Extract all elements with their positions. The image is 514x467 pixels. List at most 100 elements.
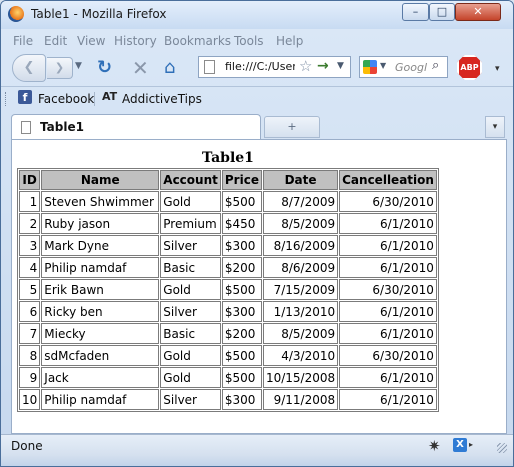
cell-cancellation: 6/1/2010 [339,323,437,344]
bookmark-facebook[interactable]: Facebook [38,90,94,108]
cell-cancellation: 6/30/2010 [339,279,437,300]
firefox-window: Table1 - Mozilla Firefox – □ ✕ File Edit… [0,0,514,467]
tab-table1[interactable]: Table1 [11,114,261,140]
cell-id: 8 [19,345,41,366]
firefox-logo-icon [8,6,24,22]
tab-strip: Table1 + ▾ [1,111,513,140]
table-row: 9 Jack Gold $500 10/15/2008 6/1/2010 [19,367,437,388]
table-row: 8 sdMcfaden Gold $500 4/3/2010 6/30/2010 [19,345,437,366]
cell-name: Ruby jason [41,213,160,234]
cell-account: Basic [160,257,221,278]
all-tabs-button[interactable]: ▾ [485,116,505,138]
extension-dropdown-icon[interactable]: ▸ [469,440,473,449]
table-row: 3 Mark Dyne Silver $300 8/16/2009 6/1/2010 [19,235,437,256]
adblock-plus-icon[interactable]: ABP [457,55,482,80]
header-name: Name [41,170,160,190]
new-tab-button[interactable]: + [264,116,320,138]
extension-icon[interactable]: X [453,438,467,452]
header-cancellation: Cancelleation [339,170,437,190]
menu-bar: File Edit View History Bookmarks Tools H… [1,31,513,51]
header-price: Price [221,170,262,190]
cell-cancellation: 6/1/2010 [339,301,437,322]
cell-account: Gold [160,279,221,300]
cell-date: 1/13/2010 [262,301,339,322]
url-input[interactable]: file:///C:/Users/ [225,60,295,73]
cell-id: 6 [19,301,41,322]
bookmark-star-icon[interactable]: ☆ [299,57,312,75]
cell-cancellation: 6/1/2010 [339,235,437,256]
cell-date: 8/16/2009 [262,235,339,256]
header-date: Date [262,170,339,190]
cell-name: Miecky [41,323,160,344]
cell-account: Basic [160,323,221,344]
menu-file[interactable]: File [13,34,33,48]
menu-edit[interactable]: Edit [44,34,67,48]
search-bar[interactable]: ▼ Googl ⌕ [359,56,448,78]
minimize-button[interactable]: – [402,3,429,21]
cell-cancellation: 6/1/2010 [339,213,437,234]
table-row: 7 Miecky Basic $200 8/5/2009 6/1/2010 [19,323,437,344]
cell-id: 10 [19,389,41,410]
facebook-icon: f [18,90,32,104]
menu-history[interactable]: History [114,34,157,48]
navigation-toolbar: ❮ ❯ ▼ ↻ ✕ ⌂ file:///C:/Users/ ☆ → ▼ ▼ Go… [1,51,513,85]
cell-price: $300 [221,301,262,322]
page-icon [204,60,215,74]
cell-date: 8/5/2009 [262,213,339,234]
menu-bookmarks[interactable]: Bookmarks [164,34,231,48]
reload-icon[interactable]: ↻ [97,58,112,78]
cell-date: 7/15/2009 [262,279,339,300]
search-input[interactable]: Googl [395,61,427,74]
cell-account: Premium [160,213,221,234]
page-icon [21,121,31,134]
url-dropdown-icon[interactable]: ▼ [337,61,344,71]
cell-cancellation: 6/1/2010 [339,389,437,410]
cell-cancellation: 6/30/2010 [339,345,437,366]
cell-account: Silver [160,301,221,322]
stop-icon[interactable]: ✕ [132,58,149,78]
cell-name: Philip namdaf [41,257,160,278]
cell-date: 9/11/2008 [262,389,339,410]
home-icon[interactable]: ⌂ [164,58,175,78]
toolbar-overflow-icon[interactable]: ▾ [495,64,500,74]
cell-date: 4/3/2010 [262,345,339,366]
status-bar: Done ✷ X ▸ [1,434,513,457]
url-bar[interactable]: file:///C:/Users/ ☆ → ▼ [198,56,351,78]
cell-price: $500 [221,279,262,300]
menu-help[interactable]: Help [276,34,303,48]
cell-price: $200 [221,323,262,344]
cell-cancellation: 6/30/2010 [339,191,437,212]
cell-name: sdMcfaden [41,345,160,366]
menu-tools[interactable]: Tools [234,34,264,48]
bookmark-addictivetips[interactable]: AddictiveTips [122,90,202,108]
firebug-icon[interactable]: ✷ [428,437,441,455]
cell-id: 9 [19,367,41,388]
toolbar-grip [5,92,9,106]
search-icon[interactable]: ⌕ [432,58,439,73]
header-id: ID [19,170,41,190]
close-button[interactable]: ✕ [455,3,501,21]
header-account: Account [160,170,221,190]
go-arrow-icon[interactable]: → [317,58,329,74]
forward-button[interactable]: ❯ [47,57,73,79]
cell-account: Silver [160,389,221,410]
history-dropdown-icon[interactable]: ▼ [75,61,82,71]
table-row: 5 Erik Bawn Gold $500 7/15/2009 6/30/2010 [19,279,437,300]
cell-id: 2 [19,213,41,234]
cell-account: Silver [160,235,221,256]
menu-view[interactable]: View [77,34,105,48]
resize-grip-icon[interactable] [497,443,507,453]
google-engine-icon[interactable] [363,60,377,74]
cell-cancellation: 6/1/2010 [339,367,437,388]
page-content: Table1 ID Name Account Price Date Cancel… [11,139,507,434]
back-button[interactable]: ❮ [12,54,46,82]
table-row: 4 Philip namdaf Basic $200 8/6/2009 6/1/2010 [19,257,437,278]
search-engine-dropdown-icon[interactable]: ▼ [380,61,386,70]
cell-date: 10/15/2008 [262,367,339,388]
cell-price: $300 [221,235,262,256]
cell-account: Gold [160,345,221,366]
table-caption: Table1 [202,150,254,166]
title-bar[interactable]: Table1 - Mozilla Firefox – □ ✕ [1,1,513,29]
cell-price: $500 [221,191,262,212]
maximize-button[interactable]: □ [429,3,455,21]
